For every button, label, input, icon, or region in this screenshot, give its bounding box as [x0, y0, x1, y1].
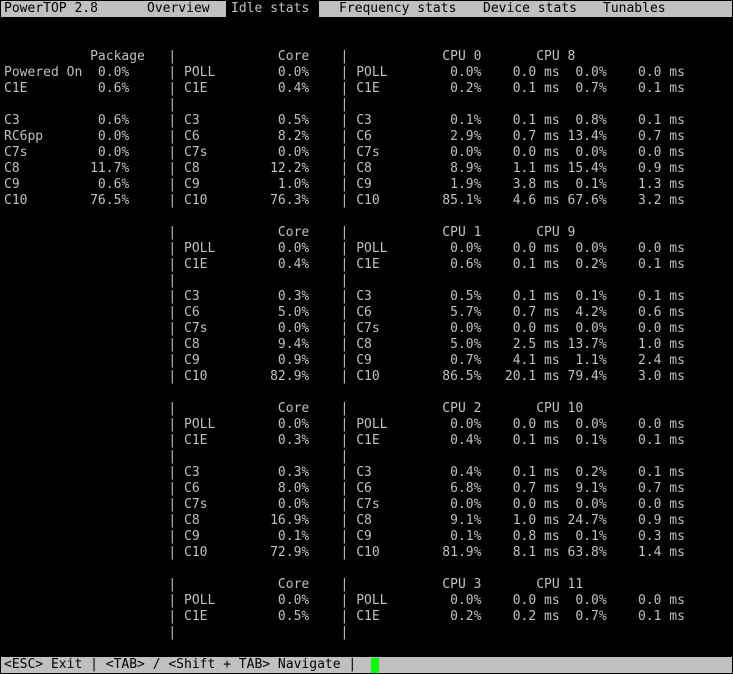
- screen-line: | C10 72.9% | C10 81.9% 8.1 ms 63.8% 1.4…: [4, 545, 685, 560]
- header-tab-bar: PowerTOP 2.8 Overview Idle stats Frequen…: [1, 1, 732, 17]
- screen-line: | |: [4, 449, 349, 464]
- screen-line: C9 0.6% | C9 1.0% | C9 1.9% 3.8 ms 0.1% …: [4, 177, 685, 192]
- screen-line: | C8 16.9% | C8 9.1% 1.0 ms 24.7% 0.9 ms: [4, 513, 685, 528]
- tab-tunables[interactable]: Tunables: [603, 1, 666, 17]
- screen-line: C3 0.6% | C3 0.5% | C3 0.1% 0.1 ms 0.8% …: [4, 113, 685, 128]
- screen-line: | C6 8.0% | C6 6.8% 0.7 ms 9.1% 0.7 ms: [4, 481, 685, 496]
- terminal-window: PowerTOP 2.8 Overview Idle stats Frequen…: [0, 0, 733, 674]
- tab-overview[interactable]: Overview: [147, 1, 210, 17]
- keyboard-hint: <ESC> Exit | <TAB> / <Shift + TAB> Navig…: [4, 657, 357, 672]
- tab-idle-stats[interactable]: Idle stats: [226, 1, 319, 17]
- screen-line: | C8 9.4% | C8 5.0% 2.5 ms 13.7% 1.0 ms: [4, 337, 685, 352]
- screen-line: C7s 0.0% | C7s 0.0% | C7s 0.0% 0.0 ms 0.…: [4, 145, 685, 160]
- screen-line: | C10 82.9% | C10 86.5% 20.1 ms 79.4% 3.…: [4, 369, 685, 384]
- screen-line: C10 76.5% | C10 76.3% | C10 85.1% 4.6 ms…: [4, 193, 685, 208]
- screen-line: | |: [4, 97, 349, 112]
- tab-frequency-stats[interactable]: Frequency stats: [339, 1, 456, 17]
- screen-line: | Core | CPU 1 CPU 9: [4, 225, 576, 240]
- screen-line: | C1E 0.4% | C1E 0.6% 0.1 ms 0.2% 0.1 ms: [4, 257, 685, 272]
- screen-line: | C9 0.9% | C9 0.7% 4.1 ms 1.1% 2.4 ms: [4, 353, 685, 368]
- screen-line: | C7s 0.0% | C7s 0.0% 0.0 ms 0.0% 0.0 ms: [4, 497, 685, 512]
- screen-line: | POLL 0.0% | POLL 0.0% 0.0 ms 0.0% 0.0 …: [4, 417, 685, 432]
- screen-line: | C3 0.3% | C3 0.5% 0.1 ms 0.1% 0.1 ms: [4, 289, 685, 304]
- screen-line: Powered On 0.0% | POLL 0.0% | POLL 0.0% …: [4, 65, 685, 80]
- screen-line: | C1E 0.5% | C1E 0.2% 0.2 ms 0.7% 0.1 ms: [4, 609, 685, 624]
- screen-line: | POLL 0.0% | POLL 0.0% 0.0 ms 0.0% 0.0 …: [4, 593, 685, 608]
- screen-line: RC6pp 0.0% | C6 8.2% | C6 2.9% 0.7 ms 13…: [4, 129, 685, 144]
- screen-line: | C3 0.3% | C3 0.4% 0.1 ms 0.2% 0.1 ms: [4, 465, 685, 480]
- screen-line: | C9 0.1% | C9 0.1% 0.8 ms 0.1% 0.3 ms: [4, 529, 685, 544]
- screen-line: | |: [4, 625, 349, 640]
- screen-line: | POLL 0.0% | POLL 0.0% 0.0 ms 0.0% 0.0 …: [4, 241, 685, 256]
- screen-line: C1E 0.6% | C1E 0.4% | C1E 0.2% 0.1 ms 0.…: [4, 81, 685, 96]
- screen-line: | C1E 0.3% | C1E 0.4% 0.1 ms 0.1% 0.1 ms: [4, 433, 685, 448]
- tab-device-stats[interactable]: Device stats: [483, 1, 577, 17]
- screen-line: | Core | CPU 2 CPU 10: [4, 401, 584, 416]
- screen-line: | |: [4, 273, 349, 288]
- text-cursor: [371, 658, 379, 673]
- screen-line: | C6 5.0% | C6 5.7% 0.7 ms 4.2% 0.6 ms: [4, 305, 685, 320]
- screen-line: Package | Core | CPU 0 CPU 8: [4, 49, 576, 64]
- status-bar: <ESC> Exit | <TAB> / <Shift + TAB> Navig…: [1, 657, 732, 673]
- screen-line: C8 11.7% | C8 12.2% | C8 8.9% 1.1 ms 15.…: [4, 161, 685, 176]
- screen-line: | Core | CPU 3 CPU 11: [4, 577, 584, 592]
- screen-line: | C7s 0.0% | C7s 0.0% 0.0 ms 0.0% 0.0 ms: [4, 321, 685, 336]
- app-title: PowerTOP 2.8: [4, 1, 98, 16]
